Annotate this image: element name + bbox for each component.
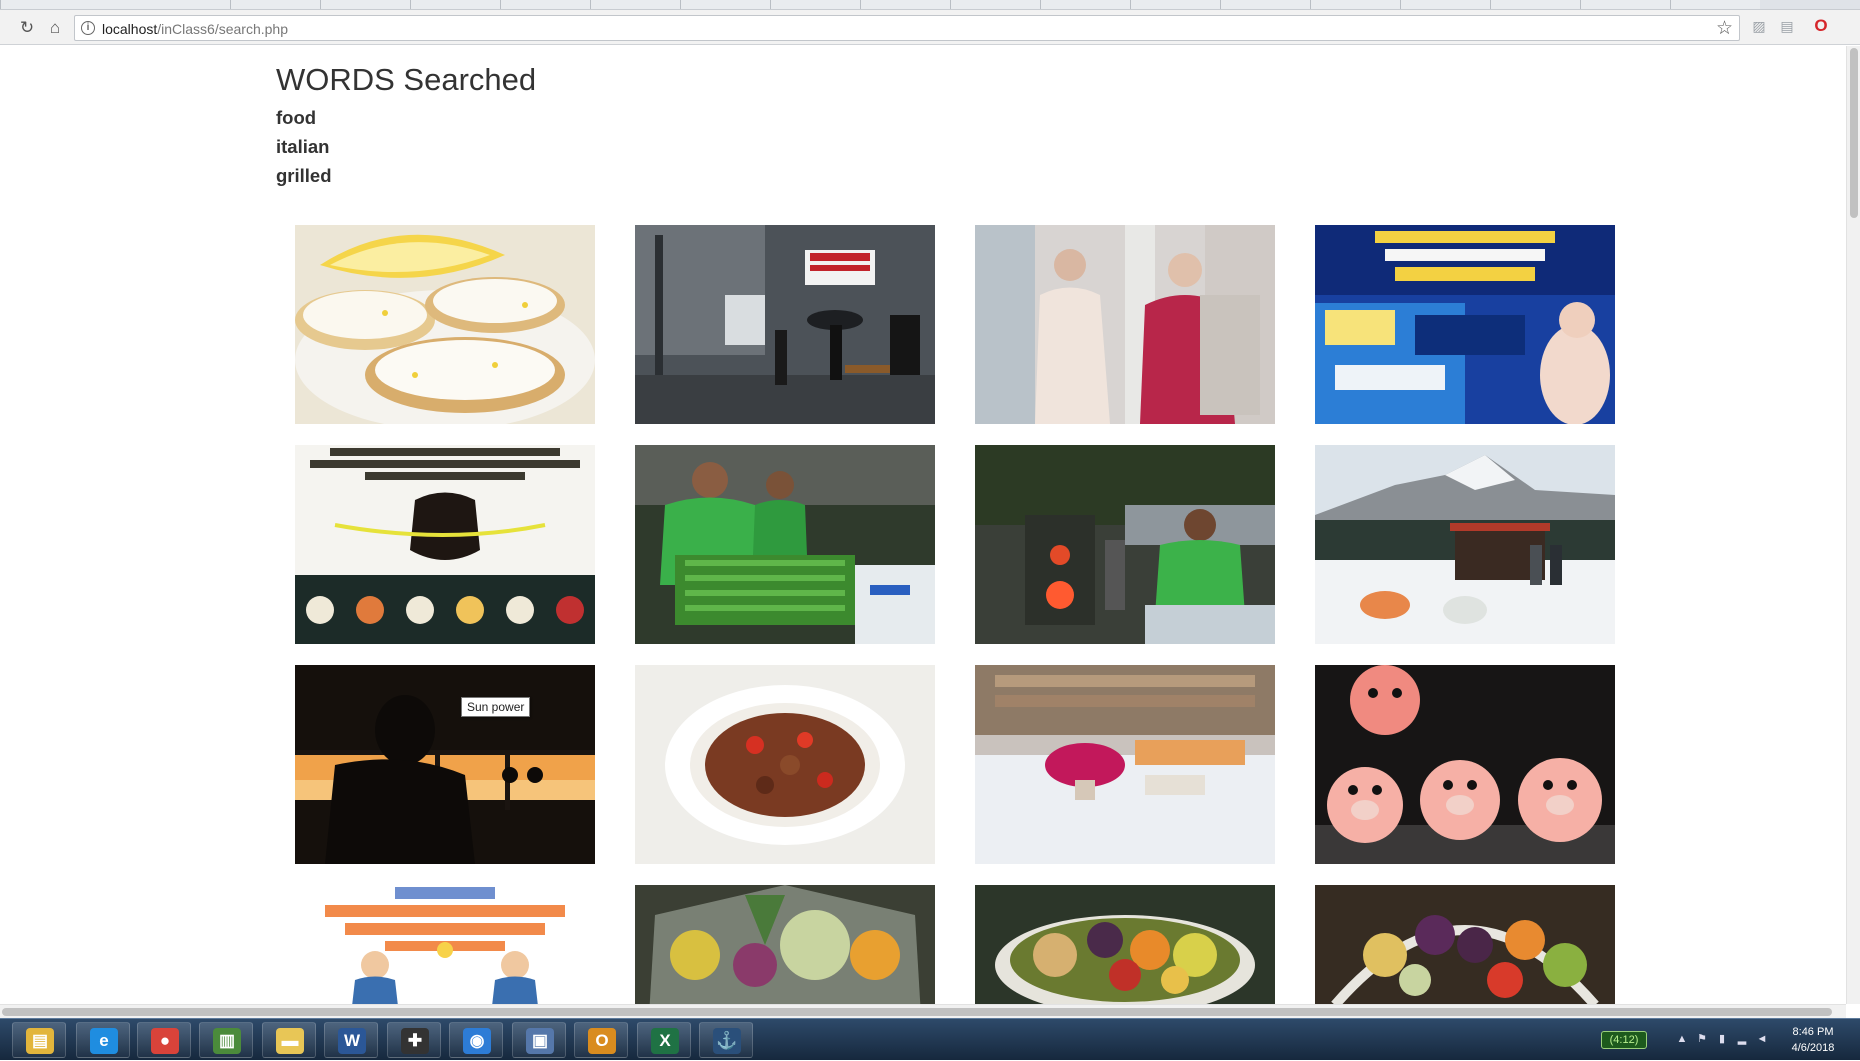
browser-tab[interactable] (860, 0, 950, 9)
url-text[interactable]: localhost/inClass6/search.php (102, 21, 288, 37)
page-title: WORDS Searched (276, 62, 537, 97)
outlook-icon: O (588, 1028, 616, 1054)
lose-weight-infographic[interactable] (295, 885, 595, 1004)
searched-word: grilled (276, 165, 332, 186)
vendor-grill-stall-photo[interactable] (975, 445, 1275, 644)
project-app-icon: ▥ (213, 1028, 241, 1054)
taskbar-app-button[interactable]: X (637, 1022, 691, 1058)
internet-explorer-icon: e (90, 1028, 118, 1054)
browser-tab[interactable] (1490, 0, 1580, 9)
image-tooltip: Sun power (461, 697, 531, 717)
tray-expand-icon[interactable]: ▲ (1675, 1032, 1689, 1046)
battery-icon[interactable]: ▮ (1715, 1032, 1729, 1046)
signal-icon[interactable]: ▂ (1735, 1032, 1749, 1046)
scroll-thumb[interactable] (1850, 48, 1858, 218)
flag-icon[interactable]: ⚑ (1695, 1032, 1709, 1046)
fruit-basket-photo[interactable] (1315, 885, 1615, 1004)
lemon-cookies-photo[interactable] (295, 225, 595, 424)
browser-tab[interactable] (1580, 0, 1670, 9)
info-icon[interactable]: i (81, 21, 95, 35)
browser-tab[interactable] (1130, 0, 1220, 9)
military-diet-infographic[interactable] (295, 445, 595, 644)
browser-tab[interactable] (1400, 0, 1490, 9)
word-icon: W (338, 1028, 366, 1054)
browser-tab[interactable] (770, 0, 860, 9)
battery-indicator[interactable]: (4:12) (1601, 1031, 1647, 1049)
browser-tab[interactable] (230, 0, 320, 9)
sticky-tool-icon: ✚ (401, 1028, 429, 1054)
clock[interactable]: 8:46 PM 4/6/2018 (1783, 1024, 1843, 1056)
taskbar-app-button[interactable]: W (324, 1022, 378, 1058)
browser-tab[interactable] (410, 0, 500, 9)
remote-desktop-icon: ▣ (526, 1028, 554, 1054)
taskbar-app-button[interactable]: ▥ (199, 1022, 253, 1058)
browser-tab[interactable] (1310, 0, 1400, 9)
browser-tab[interactable] (680, 0, 770, 9)
reload-icon[interactable]: ↻ (16, 17, 38, 39)
address-bar[interactable]: i localhost/inClass6/search.php ☆ (74, 15, 1740, 41)
fruit-basket-wrapped-photo[interactable] (635, 885, 935, 1004)
folder-icon: ▬ (276, 1028, 304, 1054)
taskbar-app-button[interactable]: ✚ (387, 1022, 441, 1058)
fruit-bowl-photo[interactable] (975, 885, 1275, 1004)
clock-date: 4/6/2018 (1791, 1042, 1835, 1054)
horizontal-scrollbar[interactable] (0, 1004, 1846, 1018)
searched-word: food (276, 107, 317, 128)
clock-time: 8:46 PM (1792, 1026, 1834, 1038)
dessert-table-photo[interactable] (975, 665, 1275, 864)
rainy-street-market-photo[interactable] (635, 225, 935, 424)
browser-tab[interactable] (0, 0, 230, 9)
file-explorer-icon: ▤ (26, 1028, 54, 1054)
pdf-extension-icon[interactable]: ▨ (1750, 17, 1768, 35)
street-vendor-grilling-photo[interactable] (635, 445, 935, 644)
vertical-scrollbar[interactable] (1846, 46, 1860, 1004)
excel-icon: X (651, 1028, 679, 1054)
browser-toolbar: ↻ ⌂ i localhost/inClass6/search.php ☆ (0, 10, 1860, 45)
maps-icon: ◉ (463, 1028, 491, 1054)
taskbar-app-button[interactable]: e (76, 1022, 130, 1058)
browser-tab[interactable] (320, 0, 410, 9)
system-tray: (4:12) ▲ ⚑ ▮ ▂ ◄ 8:46 PM 4/6/2018 (1595, 1019, 1860, 1061)
mysql-workbench-icon: ⚓ (713, 1028, 741, 1054)
volume-icon[interactable]: ◄ (1755, 1032, 1769, 1046)
browser-tab[interactable] (1670, 0, 1760, 9)
pig-cookies-photo[interactable] (1315, 665, 1615, 864)
browser-tab[interactable] (1220, 0, 1310, 9)
opera-extension-icon[interactable]: O (1812, 17, 1830, 35)
taskbar: ▤ e ● ▥ ▬ W ✚ ◉ ▣ O X ⚓ (4:12) ▲ ⚑ ▮ ▂ ◄ 8:46 PM 4/… (0, 1018, 1860, 1060)
two-women-window-photo[interactable] (975, 225, 1275, 424)
taskbar-app-button[interactable]: ▬ (262, 1022, 316, 1058)
browser-tab[interactable] (500, 0, 590, 9)
taskbar-app-button[interactable]: ● (137, 1022, 191, 1058)
snow-mountain-cabin-photo[interactable] (1315, 445, 1615, 644)
taskbar-app-button[interactable]: O (574, 1022, 628, 1058)
browser-tab[interactable] (1040, 0, 1130, 9)
searched-word: italian (276, 136, 330, 157)
stew-plate-photo[interactable] (635, 665, 935, 864)
bookmark-star-icon[interactable]: ☆ (1716, 17, 1733, 40)
page-content: WORDS Searched food italian grilled Sun … (0, 46, 1846, 1004)
sunset-silhouette-photo[interactable]: Sun power (295, 665, 595, 864)
taskbar-app-button[interactable]: ▤ (12, 1022, 66, 1058)
browser-tab[interactable] (590, 0, 680, 9)
chrome-icon: ● (151, 1028, 179, 1054)
scroll-thumb[interactable] (2, 1008, 1832, 1016)
home-icon[interactable]: ⌂ (44, 17, 66, 39)
lottery-ad-banner[interactable] (1315, 225, 1615, 424)
tab-strip (0, 0, 1860, 10)
taskbar-app-button[interactable]: ◉ (449, 1022, 503, 1058)
reader-extension-icon[interactable]: ▤ (1778, 17, 1796, 35)
taskbar-app-button[interactable]: ⚓ (699, 1022, 753, 1058)
taskbar-app-button[interactable]: ▣ (512, 1022, 566, 1058)
image-grid: Sun power (295, 225, 1815, 1004)
browser-tab[interactable] (950, 0, 1040, 9)
